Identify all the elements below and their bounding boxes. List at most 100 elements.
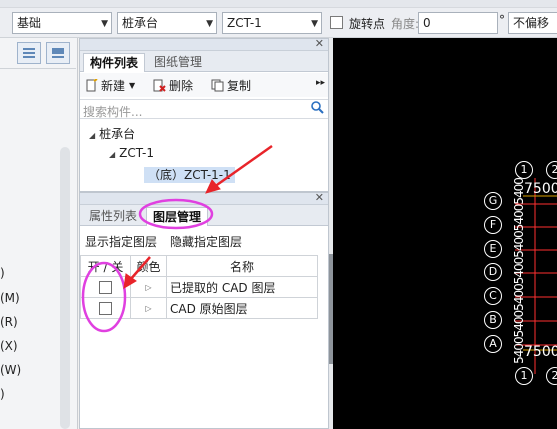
divider	[0, 68, 76, 69]
rotate-point-label: 旋转点	[349, 17, 386, 31]
nav-item[interactable]: (X)	[0, 339, 18, 353]
search-input[interactable]: 搜索构件...	[83, 103, 142, 120]
chevron-down-icon: ▼	[206, 19, 213, 29]
header-name: 名称	[166, 255, 318, 277]
hide-layer-button[interactable]: 隐藏指定图层	[170, 233, 242, 250]
axis-marker-a: A	[484, 335, 502, 353]
angle-input[interactable]: 0	[418, 12, 498, 34]
floor-type-value: 基础	[17, 16, 42, 30]
layer-visibility-checkbox[interactable]	[99, 302, 112, 315]
layer-name: CAD 原始图层	[166, 297, 318, 319]
list-view-icon[interactable]	[17, 42, 41, 64]
search-icon[interactable]	[311, 101, 324, 117]
tree-node-root[interactable]: ◢ 桩承台	[89, 125, 135, 142]
expand-icon[interactable]: ◢	[89, 131, 95, 140]
tree-node-leaf[interactable]: （底）ZCT-1-1	[144, 166, 235, 183]
chevron-down-icon: ▼	[311, 19, 318, 29]
copy-button[interactable]: 复制	[211, 77, 251, 94]
axis-marker-c: C	[484, 287, 502, 305]
table-row[interactable]: ▷ CAD 原始图层	[80, 297, 318, 319]
axis-marker-top-1: 1	[515, 161, 533, 179]
axis-marker-b: B	[484, 311, 502, 329]
chevron-down-icon: ▼	[101, 19, 108, 29]
offset-combo[interactable]: 不偏移	[508, 12, 557, 34]
tree-label: （底）ZCT-1-1	[144, 167, 235, 183]
component-list-panel: ✕ 构件列表 图纸管理 新建 ▼ 删除 复制 ▸▸ 搜索构件... ◢ 桩承台 …	[79, 37, 329, 192]
list-line	[23, 52, 35, 54]
show-layer-button[interactable]: 显示指定图层	[85, 233, 157, 250]
tree-node-child[interactable]: ◢ ZCT-1	[109, 146, 154, 160]
tab-properties[interactable]: 属性列表	[83, 207, 143, 226]
component-name-value: ZCT-1	[227, 16, 262, 30]
axis-marker-top-2: 2	[546, 161, 557, 179]
navigation-panel: ) (M) (R) (X) (W) )	[0, 38, 78, 429]
layer-table: 开 / 关 颜色 名称 ▷ 已提取的 CAD 图层 ▷ CAD 原始图层	[80, 255, 318, 319]
component-search[interactable]: 搜索构件...	[80, 99, 328, 119]
new-file-icon	[85, 78, 98, 92]
scrollbar[interactable]	[60, 147, 70, 429]
dimension-bottom: 7500	[524, 344, 557, 360]
property-toolbar: 基础 ▼ 桩承台 ▼ ZCT-1 ▼ 旋转点 角度: 0 ° 不偏移	[0, 0, 557, 38]
list-line	[23, 56, 35, 58]
layer-name: 已提取的 CAD 图层	[166, 276, 318, 298]
delete-button[interactable]: 删除	[153, 77, 193, 94]
degree-symbol: °	[499, 13, 505, 27]
axis-marker-bottom-2: 2	[546, 367, 557, 385]
component-actions: 新建 ▼ 删除 复制 ▸▸	[80, 73, 328, 97]
panel-titlebar: ✕	[80, 191, 328, 205]
new-button[interactable]: 新建 ▼	[85, 77, 135, 94]
dimension-top: 7500	[524, 181, 557, 197]
delete-label: 删除	[169, 79, 194, 93]
axis-marker-d: D	[484, 263, 502, 281]
axis-marker-e: E	[484, 240, 502, 258]
toggle-cell	[80, 276, 131, 298]
nav-item[interactable]: )	[0, 387, 5, 401]
component-type-combo[interactable]: 桩承台 ▼	[117, 12, 217, 34]
delete-icon	[153, 79, 166, 92]
close-icon[interactable]: ✕	[315, 37, 324, 50]
tree-label: 桩承台	[99, 127, 136, 141]
copy-label: 复制	[227, 79, 252, 93]
header-toggle: 开 / 关	[80, 255, 131, 277]
expand-icon[interactable]: ▷	[130, 276, 167, 298]
component-name-combo[interactable]: ZCT-1 ▼	[222, 12, 322, 34]
tab-drawing-management[interactable]: 图纸管理	[148, 53, 208, 72]
axis-marker-bottom-1: 1	[515, 367, 533, 385]
copy-icon	[211, 79, 224, 92]
tab-component-list[interactable]: 构件列表	[83, 53, 146, 72]
offset-value: 不偏移	[513, 16, 550, 30]
close-icon[interactable]: ✕	[315, 191, 324, 204]
rotate-point-checkbox[interactable]	[330, 16, 343, 29]
cad-canvas[interactable]: 1 2 G F E D C B A 1 2 7500 7500 54005400…	[333, 38, 557, 429]
grid-block	[52, 48, 64, 54]
toggle-cell	[80, 297, 131, 319]
grid-line	[52, 56, 64, 58]
angle-value: 0	[423, 16, 431, 30]
axis-marker-g: G	[484, 192, 502, 210]
layer-visibility-checkbox[interactable]	[99, 281, 112, 294]
component-type-value: 桩承台	[122, 16, 159, 30]
nav-item[interactable]: (M)	[0, 291, 20, 305]
angle-label: 角度:	[391, 17, 420, 31]
nav-item[interactable]: )	[0, 266, 5, 280]
axis-marker-f: F	[484, 216, 502, 234]
layer-tabs: 属性列表 图层管理	[80, 205, 328, 226]
tab-layer-management[interactable]: 图层管理	[146, 207, 209, 226]
component-tabs: 构件列表 图纸管理	[80, 51, 328, 72]
overflow-arrow-icon[interactable]: ▸▸	[316, 78, 325, 88]
layer-panel: ✕ 属性列表 图层管理 显示指定图层 隐藏指定图层 开 / 关 颜色 名称 ▷ …	[79, 191, 329, 429]
nav-item[interactable]: (W)	[0, 363, 21, 377]
header-color: 颜色	[130, 255, 167, 277]
expand-icon[interactable]: ◢	[109, 150, 115, 159]
new-label: 新建	[101, 79, 126, 93]
tree-label: ZCT-1	[119, 146, 154, 160]
chevron-down-icon: ▼	[129, 81, 136, 90]
list-line	[23, 48, 35, 50]
floor-type-combo[interactable]: 基础 ▼	[12, 12, 112, 34]
grid-view-icon[interactable]	[46, 42, 70, 64]
ribbon-edge	[0, 0, 557, 8]
table-row[interactable]: ▷ 已提取的 CAD 图层	[80, 276, 318, 298]
panel-titlebar: ✕	[80, 37, 328, 51]
nav-item[interactable]: (R)	[0, 315, 18, 329]
expand-icon[interactable]: ▷	[130, 297, 167, 319]
